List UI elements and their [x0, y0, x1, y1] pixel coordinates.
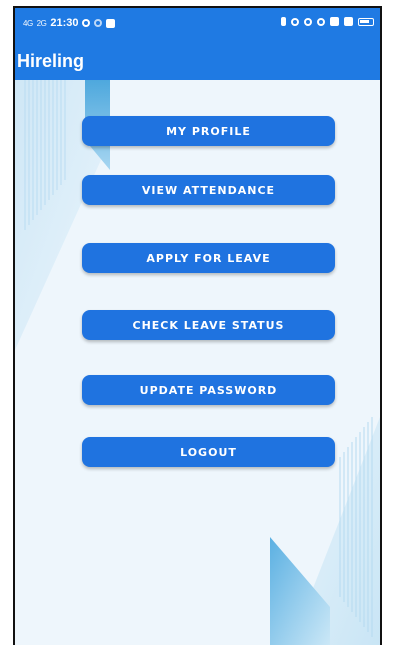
apply-for-leave-button[interactable]: APPLY FOR LEAVE	[82, 243, 335, 273]
app-title: Hireling	[17, 51, 85, 71]
signal-4g-icon: 4G	[23, 18, 33, 28]
network-speed-icon	[330, 17, 339, 26]
app-bar: 4G 2G 21:30 Hireling	[15, 8, 380, 80]
eye-icon	[304, 17, 312, 26]
sync-icon	[94, 19, 103, 27]
phone-screen: MY PROFILE VIEW ATTENDANCE APPLY FOR LEA…	[13, 6, 382, 645]
alarm-icon	[291, 17, 299, 26]
logout-button[interactable]: LOGOUT	[82, 437, 335, 467]
vibrate-icon	[317, 17, 325, 26]
battery-icon	[358, 17, 374, 26]
update-password-button[interactable]: UPDATE PASSWORD	[82, 375, 335, 405]
view-attendance-button[interactable]: VIEW ATTENDANCE	[82, 175, 335, 205]
main-content: MY PROFILE VIEW ATTENDANCE APPLY FOR LEA…	[15, 80, 380, 645]
facebook-icon	[106, 18, 116, 28]
bluetooth-icon	[281, 17, 286, 26]
status-time: 21:30	[50, 17, 79, 29]
wifi-icon	[344, 17, 353, 26]
signal-2g-icon: 2G	[36, 18, 47, 28]
check-leave-status-button[interactable]: CHECK LEAVE STATUS	[82, 310, 335, 340]
status-bar: 4G 2G 21:30	[15, 8, 380, 38]
my-profile-button[interactable]: MY PROFILE	[82, 116, 335, 146]
notification-circle-icon	[82, 19, 91, 27]
